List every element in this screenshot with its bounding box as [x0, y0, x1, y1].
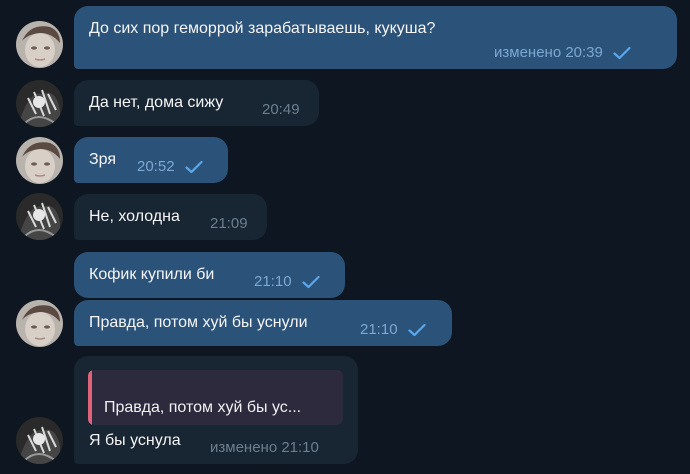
read-check-icon	[407, 323, 426, 337]
read-check-icon	[613, 46, 631, 60]
message-bubble-incoming[interactable]: Не, холодна 21:09	[74, 194, 267, 240]
reply-quote[interactable]: Правда, потом хуй бы ус...	[88, 370, 343, 425]
avatar-dark-icon	[16, 193, 63, 240]
message-meta: 21:09	[210, 215, 248, 232]
message-time: 20:52	[137, 158, 175, 175]
reply-quote-text: Правда, потом хуй бы ус...	[104, 399, 302, 416]
avatar-dark-icon	[16, 417, 63, 464]
reply-accent-bar	[88, 370, 92, 425]
avatar[interactable]	[16, 21, 63, 68]
chat-history[interactable]: До сих пор геморрой зарабатываешь, кукуш…	[0, 0, 690, 474]
avatar[interactable]	[16, 80, 63, 127]
message-time: изменено 21:10	[210, 439, 319, 456]
message-meta: изменено 21:10	[210, 439, 319, 456]
message-text: Я бы уснула	[89, 432, 181, 449]
message-text: Кофик купили би	[89, 266, 215, 283]
message-meta: 20:52	[137, 158, 203, 175]
message-meta: 21:10	[254, 273, 320, 290]
avatar[interactable]	[16, 137, 63, 184]
message-text: Да нет, дома сижу	[89, 94, 224, 111]
message-bubble-outgoing[interactable]: Зря 20:52	[74, 137, 228, 183]
message-text: Не, холодна	[89, 208, 180, 225]
message-text: Правда, потом хуй бы уснули	[89, 314, 308, 331]
message-time: 21:10	[254, 273, 292, 290]
avatar-face-icon	[16, 21, 63, 68]
message-meta: 21:10	[360, 321, 426, 338]
message-time: изменено 20:39	[494, 44, 603, 61]
avatar[interactable]	[16, 417, 63, 464]
message-time: 21:10	[360, 321, 398, 338]
avatar-face-icon	[16, 137, 63, 184]
avatar-dark-icon	[16, 80, 63, 127]
message-text: Зря	[89, 151, 117, 168]
message-bubble-incoming[interactable]: Правда, потом хуй бы ус... Я бы уснула и…	[74, 356, 358, 464]
message-text: До сих пор геморрой зарабатываешь, кукуш…	[89, 20, 436, 37]
message-bubble-incoming[interactable]: Да нет, дома сижу 20:49	[74, 80, 319, 126]
message-bubble-outgoing[interactable]: Кофик купили би 21:10	[74, 252, 345, 298]
message-bubble-outgoing[interactable]: До сих пор геморрой зарабатываешь, кукуш…	[74, 6, 677, 69]
avatar[interactable]	[16, 193, 63, 240]
message-time: 20:49	[262, 101, 300, 118]
message-meta: изменено 20:39	[494, 44, 631, 61]
avatar-face-icon	[16, 300, 63, 347]
avatar[interactable]	[16, 300, 63, 347]
message-time: 21:09	[210, 215, 248, 232]
message-bubble-outgoing[interactable]: Правда, потом хуй бы уснули 21:10	[74, 300, 452, 346]
read-check-icon	[184, 160, 203, 174]
message-meta: 20:49	[262, 101, 300, 118]
read-check-icon	[301, 275, 320, 289]
